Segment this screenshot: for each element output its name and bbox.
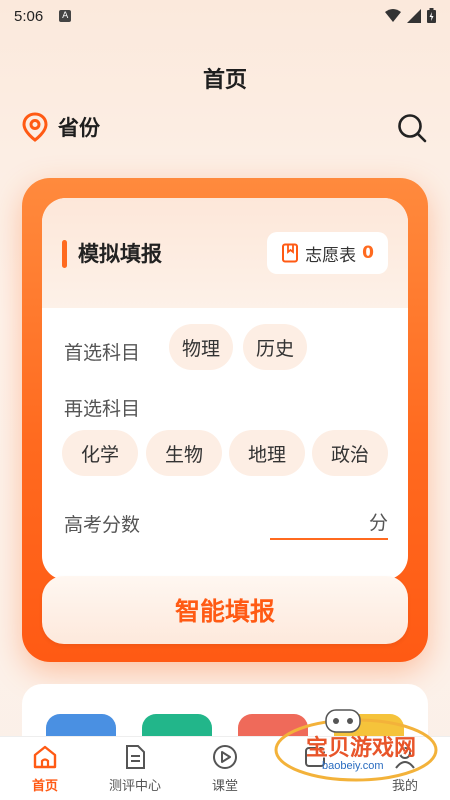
status-icons: [385, 8, 436, 23]
subject-chip-geography[interactable]: 地理: [229, 430, 305, 476]
play-icon: [213, 745, 237, 769]
score-underline: [270, 538, 388, 540]
page-title: 首页: [202, 68, 247, 93]
wish-list-count: 0: [362, 243, 374, 263]
watermark-url: baobeiy.com: [322, 760, 384, 772]
province-selector[interactable]: 省份: [22, 112, 100, 142]
subject-chip-history[interactable]: 历史: [243, 324, 307, 370]
watermark-logo: 宝贝游戏网 baobeiy.com: [272, 706, 440, 782]
title-accent-bar: [62, 240, 67, 268]
notification-icon: A: [59, 10, 72, 22]
bookmark-book-icon: [282, 243, 299, 263]
watermark-text: 宝贝游戏网: [306, 736, 417, 761]
wish-list-label: 志愿表: [305, 245, 357, 266]
tab-classroom-label: 课堂: [211, 779, 238, 794]
signal-icon: [407, 8, 421, 23]
score-unit: 分: [368, 512, 388, 534]
province-label: 省份: [58, 116, 100, 140]
tab-classroom[interactable]: 课堂: [180, 743, 270, 794]
smart-fill-button[interactable]: 智能填报: [42, 576, 408, 644]
tab-home[interactable]: 首页: [0, 743, 90, 794]
simulate-title: 模拟填报: [78, 242, 162, 266]
subject-chip-politics[interactable]: 政治: [312, 430, 388, 476]
simulate-fill-card: 模拟填报 志愿表 0 首选科目 物理 历史 再选科目 化学 生物 地理 政治 高…: [22, 178, 428, 662]
search-button[interactable]: [396, 112, 428, 144]
tab-home-label: 首页: [31, 779, 58, 794]
subject-chip-chemistry[interactable]: 化学: [62, 430, 138, 476]
subject-chip-biology[interactable]: 生物: [146, 430, 222, 476]
tab-assessment-label: 测评中心: [108, 779, 161, 794]
second-subject-label: 再选科目: [64, 398, 141, 420]
search-icon: [398, 114, 427, 143]
home-icon: [33, 745, 57, 769]
document-icon: [126, 745, 145, 769]
first-subject-label: 首选科目: [64, 342, 141, 364]
wish-list-button[interactable]: 志愿表 0: [267, 232, 388, 274]
battery-icon: [427, 8, 436, 23]
status-time: 5:06: [14, 7, 44, 25]
location-pin-icon: [22, 112, 48, 142]
subject-chip-physics[interactable]: 物理: [169, 324, 233, 370]
status-bar: 5:06 A: [0, 0, 450, 32]
simulate-form: 模拟填报 志愿表 0 首选科目 物理 历史 再选科目 化学 生物 地理 政治 高…: [42, 198, 408, 580]
wifi-icon: [385, 8, 401, 22]
tab-assessment[interactable]: 测评中心: [90, 743, 180, 794]
score-label: 高考分数: [64, 514, 141, 536]
